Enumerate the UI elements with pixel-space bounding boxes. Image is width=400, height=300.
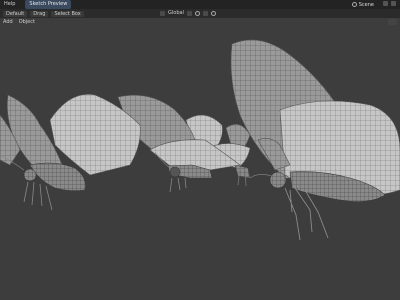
top-bar: Help Sketch Preview Scene (0, 0, 400, 9)
select-mode-dropdown[interactable]: Select Box (51, 10, 84, 17)
snap-icon[interactable] (194, 10, 200, 16)
3d-viewport[interactable] (0, 26, 400, 300)
scene-selector[interactable]: Scene (351, 1, 374, 8)
scene-name: Scene (358, 1, 374, 8)
transform-orientation-icon[interactable] (160, 10, 165, 16)
orientation-dropdown[interactable]: Default (3, 10, 28, 17)
render-layer-icon[interactable] (391, 1, 396, 6)
menu-add[interactable]: Add (2, 19, 14, 25)
drag-dropdown[interactable]: Drag (30, 10, 49, 17)
butterfly-left[interactable] (0, 93, 141, 211)
pivot-icon[interactable] (186, 10, 192, 16)
transform-orientation-label[interactable]: Global (168, 10, 184, 16)
snap-target-icon[interactable] (202, 10, 208, 16)
topbar-icons (383, 1, 396, 6)
menu-object[interactable]: Object (18, 19, 36, 25)
workspace-tab-sketch-preview[interactable]: Sketch Preview (25, 0, 72, 9)
butterfly-front[interactable] (230, 39, 400, 241)
overlay-toggle-icon[interactable] (388, 19, 397, 25)
viewport-menubar: Add Object (0, 18, 36, 26)
help-menu[interactable]: Help (0, 0, 19, 9)
view-layer-icon[interactable] (383, 1, 388, 6)
proportional-edit-icon[interactable] (210, 10, 216, 16)
transform-controls: Global (160, 10, 216, 16)
scene-icon (351, 2, 357, 7)
